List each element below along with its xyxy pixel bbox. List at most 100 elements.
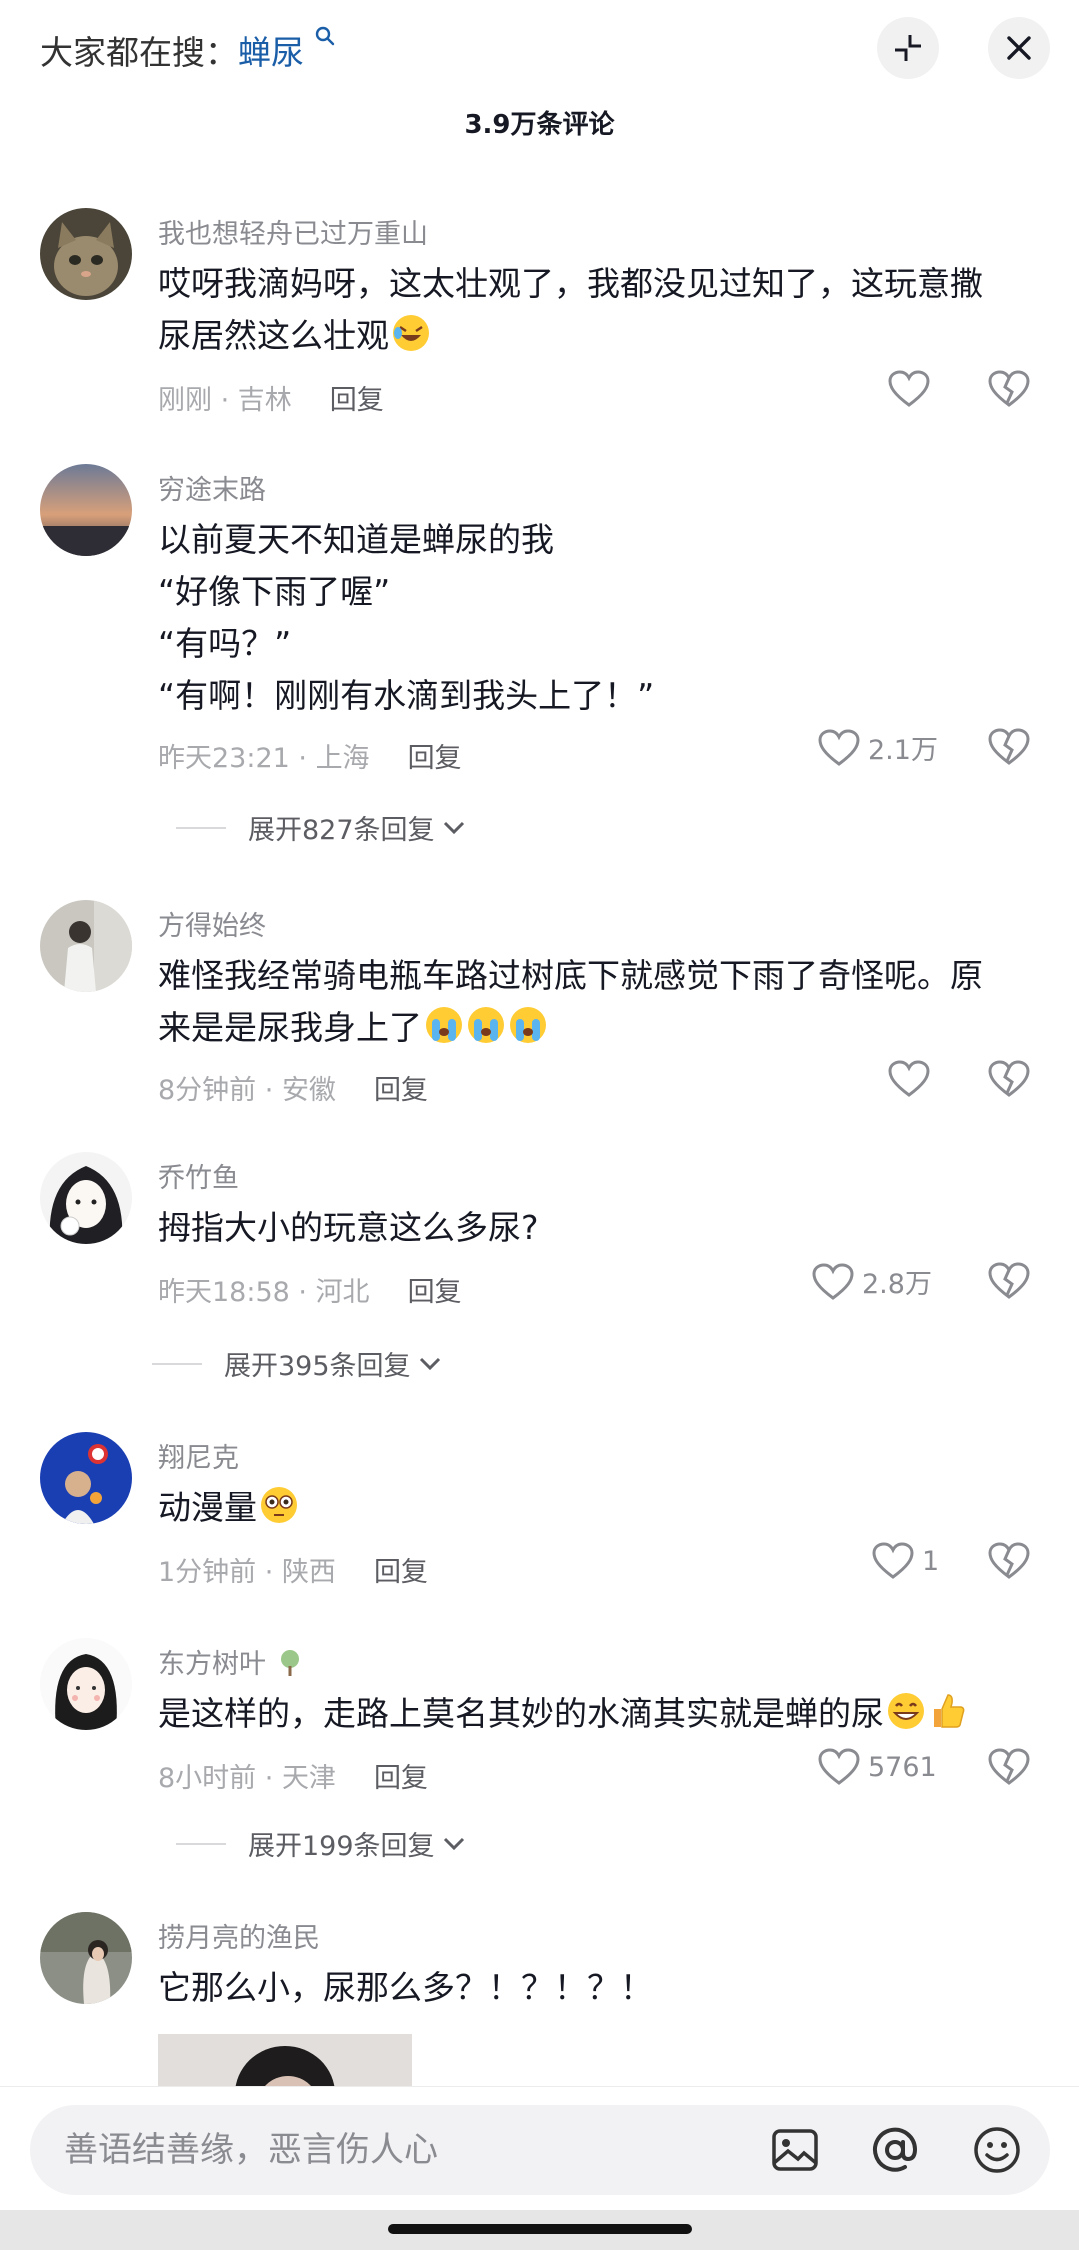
expand-replies-label: 展开395条回复 <box>224 1351 411 1382</box>
username-text: 东方树叶 <box>158 1649 266 1680</box>
heart-icon <box>888 370 930 407</box>
comment-meta: 昨天23:21 · 上海 回复 <box>158 743 462 774</box>
collapse-icon <box>895 35 921 61</box>
broken-heart-icon <box>988 728 1030 765</box>
reply-button[interactable]: 回复 <box>374 1075 428 1106</box>
comment-line: “有吗？” <box>158 624 292 663</box>
reply-button[interactable]: 回复 <box>374 1557 428 1588</box>
trending-search-hint[interactable]: 大家都在搜：蝉尿 <box>40 26 335 74</box>
comment-input-container[interactable] <box>30 2105 1050 2195</box>
comment-line: 拇指大小的玩意这么多尿? <box>158 1208 539 1247</box>
avatar[interactable] <box>40 900 132 992</box>
like-count: 1 <box>922 1545 940 1577</box>
expand-replies-label: 展开827条回复 <box>248 815 435 846</box>
comment-line: 是这样的，走路上莫名其妙的水滴其实就是蝉的尿 <box>158 1694 884 1733</box>
comment-username[interactable]: 捞月亮的渔民 <box>158 1916 320 1955</box>
dislike-button[interactable] <box>988 1748 1030 1790</box>
search-hint-keyword[interactable]: 蝉尿 <box>238 33 304 72</box>
reply-button[interactable]: 回复 <box>374 1763 428 1794</box>
comment-time: 昨天23:21 <box>158 743 290 774</box>
comment-location: 天津 <box>281 1763 336 1794</box>
reply-button[interactable]: 回复 <box>408 743 462 774</box>
comment-username[interactable]: 方得始终 <box>158 904 266 943</box>
comment-time: 8分钟前 <box>158 1075 257 1106</box>
avatar[interactable] <box>40 208 132 300</box>
comment-location: 吉林 <box>237 385 292 416</box>
comment-time: 8小时前 <box>158 1763 257 1794</box>
divider-line <box>152 1362 202 1365</box>
dislike-button[interactable] <box>988 1542 1030 1584</box>
crying-emoji <box>466 1005 506 1045</box>
comment-item: 捞月亮的渔民 它那么小，尿那么多？！？！？！ <box>0 1904 1079 2086</box>
comment-username[interactable]: 穷途末路 <box>158 468 266 507</box>
comment-location: 上海 <box>315 743 370 774</box>
like-button[interactable]: 2.8万 <box>812 1262 932 1301</box>
avatar[interactable] <box>40 1638 132 1730</box>
heart-icon <box>812 1262 854 1300</box>
heart-icon <box>818 728 860 766</box>
divider-line <box>176 826 226 829</box>
dislike-button[interactable] <box>988 1262 1030 1304</box>
comment-username[interactable]: 翔尼克 <box>158 1436 239 1475</box>
search-hint-prefix: 大家都在搜： <box>40 33 238 72</box>
comment-username[interactable]: 东方树叶 <box>158 1642 305 1681</box>
reply-button[interactable]: 回复 <box>330 385 384 416</box>
like-button[interactable] <box>888 370 938 408</box>
chevron-down-icon <box>443 1837 464 1850</box>
avatar[interactable] <box>40 1912 132 2004</box>
comment-input[interactable] <box>64 2123 724 2177</box>
reply-button[interactable]: 回复 <box>408 1277 462 1308</box>
flushed-emoji <box>259 1485 299 1525</box>
close-button[interactable] <box>988 17 1050 79</box>
crying-emoji <box>508 1005 548 1045</box>
image-icon <box>772 2129 818 2171</box>
avatar[interactable] <box>40 464 132 556</box>
comment-input-bar <box>0 2086 1079 2210</box>
like-button[interactable]: 1 <box>872 1542 939 1580</box>
comment-text: 以前夏天不知道是蝉尿的我 “好像下雨了喔” “有吗？” “有啊！刚刚有水滴到我头… <box>158 514 1028 722</box>
like-button[interactable]: 2.1万 <box>818 728 938 767</box>
home-indicator[interactable] <box>388 2224 692 2234</box>
dislike-button[interactable] <box>988 728 1030 770</box>
expand-replies-button[interactable]: 展开827条回复 <box>176 808 467 847</box>
dislike-button[interactable] <box>988 1060 1030 1102</box>
broken-heart-icon <box>988 1542 1030 1579</box>
like-count: 2.1万 <box>868 735 938 766</box>
comment-line: 动漫量 <box>158 1488 257 1527</box>
broken-heart-icon <box>988 1060 1030 1097</box>
dislike-button[interactable] <box>988 370 1030 412</box>
chevron-down-icon <box>419 1357 440 1370</box>
comment-item: 我也想轻舟已过万重山 哎呀我滴妈呀，这太壮观了，我都没见过知了，这玩意撒 尿居然… <box>0 200 1079 440</box>
like-count: 2.8万 <box>862 1269 932 1300</box>
comment-item: 穷途末路 以前夏天不知道是蝉尿的我 “好像下雨了喔” “有吗？” “有啊！刚刚有… <box>0 456 1079 856</box>
comment-username[interactable]: 我也想轻舟已过万重山 <box>158 212 428 251</box>
heart-icon <box>818 1748 860 1785</box>
comment-username[interactable]: 乔竹鱼 <box>158 1156 239 1195</box>
crying-emoji <box>424 1005 464 1045</box>
like-button[interactable] <box>888 1060 938 1098</box>
mention-button[interactable] <box>870 2125 920 2175</box>
emoji-button[interactable] <box>972 2125 1022 2175</box>
comment-image-thumbnail[interactable] <box>158 2034 412 2086</box>
expand-replies-button[interactable]: 展开199条回复 <box>176 1824 467 1863</box>
comment-count-title: 3.9万条评论 <box>464 110 615 140</box>
image-button[interactable] <box>770 2125 820 2175</box>
like-button[interactable]: 5761 <box>818 1748 937 1786</box>
heart-icon <box>888 1060 930 1097</box>
comment-line: 难怪我经常骑电瓶车路过树底下就感觉下雨了奇怪呢。原 <box>158 956 983 995</box>
comment-text: 难怪我经常骑电瓶车路过树底下就感觉下雨了奇怪呢。原 来是是尿我身上了 <box>158 950 1028 1054</box>
collapse-button[interactable] <box>877 17 939 79</box>
grin-emoji <box>886 1691 926 1731</box>
comment-line: 它那么小，尿那么多？！？！？！ <box>158 1968 653 2007</box>
comment-meta: 1分钟前 · 陕西 回复 <box>158 1557 428 1588</box>
heart-icon <box>872 1542 914 1579</box>
expand-replies-button[interactable]: 展开395条回复 <box>152 1344 443 1383</box>
comment-location: 河北 <box>315 1277 370 1308</box>
comment-line: 哎呀我滴妈呀，这太壮观了，我都没见过知了，这玩意撒 <box>158 264 983 303</box>
broken-heart-icon <box>988 370 1030 407</box>
avatar[interactable] <box>40 1432 132 1524</box>
top-bar: 大家都在搜：蝉尿 3.9万条评论 <box>0 0 1079 150</box>
comment-meta: 昨天18:58 · 河北 回复 <box>158 1277 462 1308</box>
comment-line: 尿居然这么壮观 <box>158 316 389 355</box>
avatar[interactable] <box>40 1152 132 1244</box>
